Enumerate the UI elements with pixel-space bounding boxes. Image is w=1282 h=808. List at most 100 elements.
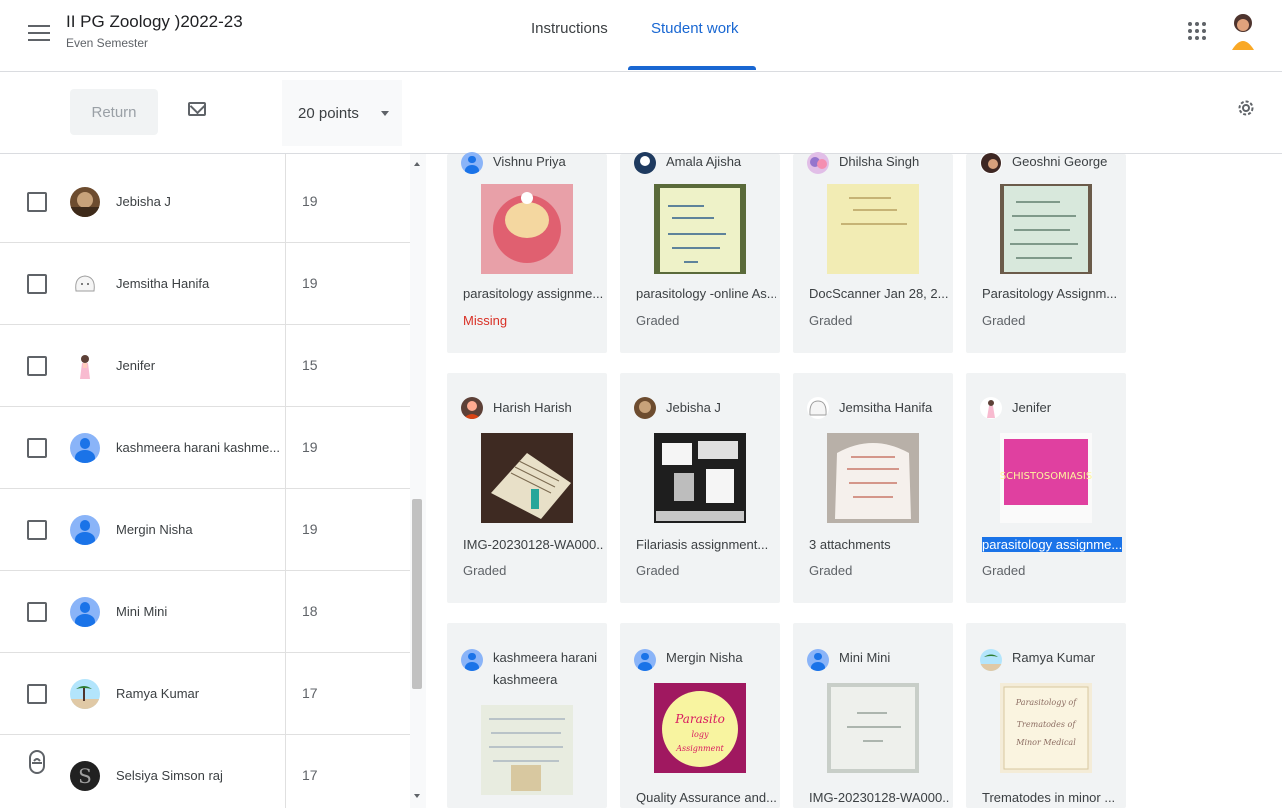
attachment-thumbnail[interactable] bbox=[481, 433, 573, 523]
list-item[interactable]: Jebisha J 19 bbox=[0, 161, 410, 243]
student-avatar bbox=[70, 269, 100, 299]
student-checkbox[interactable] bbox=[27, 356, 47, 376]
account-avatar[interactable] bbox=[1228, 10, 1258, 52]
list-item[interactable]: Jenifer 15 bbox=[0, 325, 410, 407]
submission-card[interactable]: Dhilsha Singh DocScanner Jan 28, 2... Gr… bbox=[793, 152, 953, 353]
column-divider bbox=[285, 154, 286, 808]
attachment-filename[interactable]: DocScanner Jan 28, 2... bbox=[809, 286, 949, 301]
student-avatar bbox=[70, 351, 100, 381]
list-item[interactable]: Jemsitha Hanifa 19 bbox=[0, 243, 410, 325]
attachment-filename[interactable]: Trematodes in minor ... bbox=[982, 790, 1122, 805]
student-checkbox[interactable] bbox=[27, 192, 47, 212]
student-checkbox[interactable] bbox=[27, 274, 47, 294]
student-avatar bbox=[980, 397, 1002, 419]
attachment-thumbnail[interactable]: Parasitology of Trematodes of Minor Medica… bbox=[1000, 683, 1092, 773]
svg-text:S: S bbox=[78, 764, 92, 788]
google-apps-icon[interactable] bbox=[1188, 22, 1206, 40]
student-avatar bbox=[807, 152, 829, 174]
student-grade[interactable]: 19 bbox=[302, 521, 318, 537]
submission-card[interactable]: Ramya Kumar Parasitology of Trematodes of… bbox=[966, 623, 1126, 808]
active-tab-indicator bbox=[628, 66, 756, 70]
student-avatar bbox=[70, 187, 100, 217]
return-button[interactable]: Return bbox=[70, 89, 158, 135]
attachment-filename[interactable]: 3 attachments bbox=[809, 537, 949, 552]
attachment-filename[interactable]: Quality Assurance and... bbox=[636, 790, 776, 805]
student-grade[interactable]: 17 bbox=[302, 767, 318, 783]
submission-card[interactable]: Jenifer SCHISTOSOMIASIS parasitology ass… bbox=[966, 373, 1126, 603]
attachment-thumbnail[interactable] bbox=[654, 433, 746, 523]
list-item[interactable]: Ramya Kumar 17 bbox=[0, 653, 410, 735]
dropdown-caret-icon bbox=[380, 110, 389, 116]
card-student-name: Geoshni George bbox=[1012, 154, 1108, 169]
list-item[interactable]: kashmeera harani kashme... 19 bbox=[0, 407, 410, 489]
attachment-thumbnail[interactable] bbox=[654, 184, 746, 274]
thumbnail-title: SCHISTOSOMIASIS bbox=[1000, 471, 1092, 482]
svg-text:Parasito: Parasito bbox=[674, 712, 725, 726]
list-scrollbar[interactable] bbox=[410, 154, 426, 808]
tab-instructions[interactable]: Instructions bbox=[531, 20, 608, 37]
scroll-up-icon[interactable] bbox=[414, 162, 420, 166]
tab-student-work[interactable]: Student work bbox=[651, 20, 739, 37]
attachment-thumbnail[interactable] bbox=[827, 433, 919, 523]
selected-text: parasitology assignme... bbox=[982, 537, 1122, 552]
attachment-filename[interactable]: parasitology assignme... bbox=[982, 537, 1122, 552]
attachment-filename[interactable]: IMG-20230128-WA000... bbox=[809, 790, 949, 805]
scroll-down-icon[interactable] bbox=[414, 794, 420, 798]
submission-status: Graded bbox=[463, 563, 507, 578]
submission-card[interactable]: kashmeera harani kashmeera bbox=[447, 623, 607, 808]
student-avatar bbox=[980, 152, 1002, 174]
card-student-name: kashmeera harani kashmeera bbox=[493, 650, 598, 687]
attachment-thumbnail[interactable] bbox=[827, 683, 919, 773]
student-grade[interactable]: 19 bbox=[302, 275, 318, 291]
scrollbar-thumb[interactable] bbox=[412, 499, 422, 689]
attachment-filename[interactable]: Parasitology Assignm... bbox=[982, 286, 1122, 301]
card-student-name: Mini Mini bbox=[839, 650, 891, 665]
list-item[interactable]: S Selsiya Simson raj 17 bbox=[0, 735, 410, 808]
submission-card[interactable]: Vishnu Priya parasitology assignme... Mi… bbox=[447, 152, 607, 353]
student-avatar bbox=[461, 397, 483, 419]
submission-card[interactable]: Geoshni George Parasitology Assignm... G… bbox=[966, 152, 1126, 353]
student-grade[interactable]: 19 bbox=[302, 439, 318, 455]
student-checkbox[interactable] bbox=[27, 602, 47, 622]
attachment-filename[interactable]: Filariasis assignment... bbox=[636, 537, 776, 552]
submission-status: Graded bbox=[809, 563, 853, 578]
class-title[interactable]: II PG Zoology )2022-23 bbox=[66, 12, 243, 32]
student-grade[interactable]: 19 bbox=[302, 193, 318, 209]
submission-card[interactable]: Jebisha J Filariasis assignment... Grade… bbox=[620, 373, 780, 603]
card-student-name: Jebisha J bbox=[666, 400, 721, 415]
student-grade[interactable]: 17 bbox=[302, 685, 318, 701]
hamburger-menu-icon[interactable] bbox=[26, 22, 52, 44]
points-dropdown[interactable]: 20 points bbox=[282, 80, 402, 146]
attachment-filename[interactable]: parasitology -online As... bbox=[636, 286, 776, 301]
email-icon[interactable] bbox=[188, 102, 206, 116]
default-avatar-icon bbox=[461, 152, 483, 174]
student-checkbox[interactable] bbox=[27, 438, 47, 458]
student-grade[interactable]: 18 bbox=[302, 603, 318, 619]
student-name: kashmeera harani kashme... bbox=[116, 440, 281, 455]
points-label: 20 points bbox=[298, 104, 359, 122]
attachment-filename[interactable]: IMG-20230128-WA000... bbox=[463, 537, 603, 552]
list-item[interactable]: Mergin Nisha 19 bbox=[0, 489, 410, 571]
submission-card[interactable]: Jemsitha Hanifa 3 attachments Graded bbox=[793, 373, 953, 603]
attachment-thumbnail[interactable]: SCHISTOSOMIASIS bbox=[1000, 433, 1092, 523]
student-checkbox[interactable] bbox=[27, 684, 47, 704]
submission-card[interactable]: Mergin Nisha Parasito logy Assignment Qual… bbox=[620, 623, 780, 808]
card-student-name: Amala Ajisha bbox=[666, 154, 742, 169]
attachment-thumbnail[interactable] bbox=[1000, 184, 1092, 274]
attachment-thumbnail[interactable] bbox=[481, 184, 573, 274]
student-checkbox[interactable] bbox=[27, 520, 47, 540]
attachment-thumbnail[interactable]: Parasito logy Assignment bbox=[654, 683, 746, 773]
attachment-filename[interactable]: parasitology assignme... bbox=[463, 286, 603, 301]
grading-toolbar: Return 20 points bbox=[0, 72, 1282, 154]
svg-text:Minor Medical: Minor Medical bbox=[1015, 738, 1076, 747]
submission-card[interactable]: Mini Mini IMG-20230128-WA000... bbox=[793, 623, 953, 808]
attachment-thumbnail[interactable] bbox=[481, 705, 573, 795]
student-grade[interactable]: 15 bbox=[302, 357, 318, 373]
default-avatar-icon bbox=[70, 515, 100, 545]
gear-icon[interactable] bbox=[1236, 98, 1256, 118]
attachment-thumbnail[interactable] bbox=[827, 184, 919, 274]
student-name: Jebisha J bbox=[116, 194, 171, 209]
list-item[interactable]: Mini Mini 18 bbox=[0, 571, 410, 653]
submission-card[interactable]: Amala Ajisha parasitology -online As... … bbox=[620, 152, 780, 353]
submission-card[interactable]: Harish Harish IMG-20230128-WA000... Grad… bbox=[447, 373, 607, 603]
